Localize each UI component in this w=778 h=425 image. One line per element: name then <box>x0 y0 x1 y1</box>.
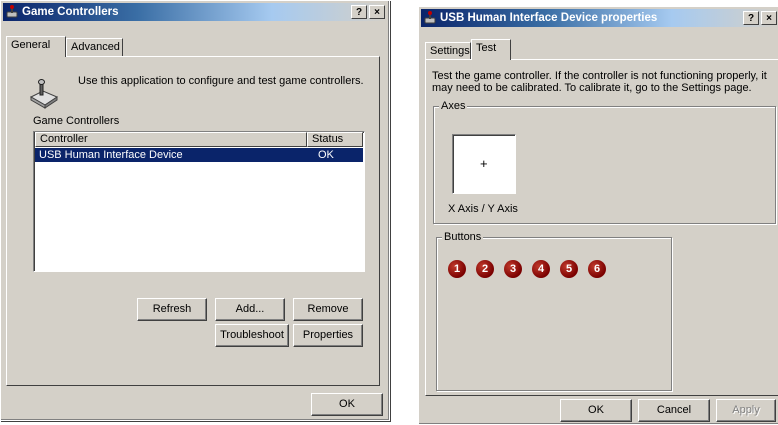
buttons-label: Buttons <box>442 231 484 243</box>
game-controllers-window: Game Controllers ? × General Advanced Us… <box>0 0 390 421</box>
tab-label: General <box>11 39 51 51</box>
game-controller-icon <box>423 11 437 25</box>
joystick-button-1: 1 <box>448 260 466 278</box>
ok-button[interactable]: OK <box>311 393 383 416</box>
joystick-button-6: 6 <box>588 260 606 278</box>
tab-label: Settings <box>430 45 470 57</box>
joystick-button-4: 4 <box>532 260 550 278</box>
tab-general[interactable]: General <box>6 36 66 57</box>
cancel-button[interactable]: Cancel <box>638 399 710 422</box>
refresh-button[interactable]: Refresh <box>137 298 207 321</box>
joystick-button-2: 2 <box>476 260 494 278</box>
apply-button[interactable]: Apply <box>716 399 776 422</box>
buttons-group: Buttons 1 2 3 4 5 6 <box>436 231 672 391</box>
tab-advanced[interactable]: Advanced <box>66 38 123 56</box>
properties-button[interactable]: Properties <box>293 324 363 347</box>
joystick-icon <box>27 77 59 112</box>
help-button[interactable]: ? <box>351 5 367 19</box>
crosshair: + <box>480 156 488 171</box>
title-bar[interactable]: Game Controllers ? × <box>3 3 387 21</box>
window-title: USB Human Interface Device properties <box>440 12 658 24</box>
title-bar[interactable]: USB Human Interface Device properties ? … <box>421 9 778 27</box>
controller-name: USB Human Interface Device <box>39 149 183 161</box>
add-button[interactable]: Add... <box>215 298 285 321</box>
column-header-controller[interactable]: Controller <box>35 132 307 147</box>
axis-caption: X Axis / Y Axis <box>448 203 518 215</box>
test-panel: Test the game controller. If the control… <box>425 59 778 396</box>
instructions-text: Test the game controller. If the control… <box>432 70 767 94</box>
tab-test[interactable]: Test <box>471 39 511 60</box>
column-label: Status <box>312 133 344 145</box>
tab-settings[interactable]: Settings <box>425 42 471 60</box>
axes-group: Axes + X Axis / Y Axis <box>433 100 776 224</box>
game-controller-icon <box>5 5 19 19</box>
axes-display: + <box>452 134 516 194</box>
joystick-button-3: 3 <box>504 260 522 278</box>
remove-button[interactable]: Remove <box>293 298 363 321</box>
tab-label: Advanced <box>71 41 120 53</box>
controller-status: OK <box>318 149 334 161</box>
ok-button[interactable]: OK <box>560 399 632 422</box>
column-label: Controller <box>40 133 88 145</box>
close-button[interactable]: × <box>369 5 385 19</box>
device-properties-window: USB Human Interface Device properties ? … <box>418 6 778 425</box>
tab-label: Test <box>476 42 497 54</box>
general-panel: Use this application to configure and te… <box>6 56 380 386</box>
description-text: Use this application to configure and te… <box>78 75 364 87</box>
window-title: Game Controllers <box>22 6 119 18</box>
close-button[interactable]: × <box>761 11 777 25</box>
joystick-button-5: 5 <box>560 260 578 278</box>
troubleshoot-button[interactable]: Troubleshoot <box>215 324 289 347</box>
axes-label: Axes <box>439 100 468 112</box>
controller-list[interactable]: Controller Status USB Human Interface De… <box>33 131 365 272</box>
help-button[interactable]: ? <box>743 11 759 25</box>
section-label: Game Controllers <box>33 115 120 127</box>
column-header-status[interactable]: Status <box>307 132 363 147</box>
table-row[interactable]: USB Human Interface Device OK <box>35 148 363 162</box>
